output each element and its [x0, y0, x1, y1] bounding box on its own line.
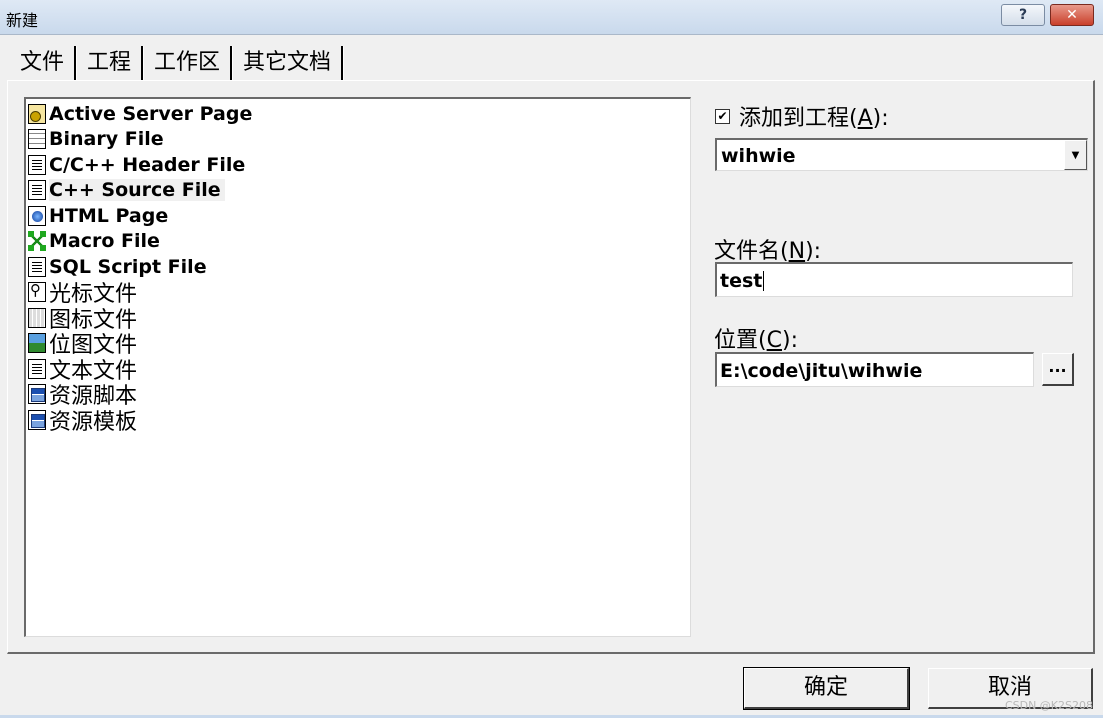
accel-key: C	[766, 328, 782, 353]
tab-divider	[341, 46, 345, 80]
binary-file-icon	[28, 129, 46, 150]
filename-value: test	[720, 270, 765, 292]
file-type-list[interactable]: Active Server Page Binary File C/C++ Hea…	[24, 97, 691, 637]
accel-open: (	[758, 328, 767, 353]
add-to-project-text: 添加到工程	[739, 106, 850, 131]
tab-strip: 文件 工程 工作区 其它文档	[10, 44, 345, 82]
accel-close: ):	[872, 106, 889, 131]
list-item-label: HTML Page	[49, 204, 169, 227]
macro-file-icon	[28, 231, 46, 251]
filename-text: test	[720, 270, 763, 292]
list-item-resource-template[interactable]: 资源模板	[26, 407, 690, 435]
accel-close: ):	[781, 328, 798, 353]
add-to-project-row: ✔ 添加到工程(A):	[715, 100, 889, 132]
resource-script-icon	[28, 384, 46, 405]
list-item-label: Macro File	[49, 230, 160, 253]
tab-file[interactable]: 文件	[10, 46, 75, 80]
ok-button[interactable]: 确定	[743, 667, 910, 710]
watermark: CSDN @K2S208	[1004, 699, 1093, 712]
accel-open: (	[780, 239, 789, 264]
text-file-icon	[28, 358, 46, 379]
location-field[interactable]: E:\code\jitu\wihwie	[715, 352, 1034, 387]
location-value: E:\code\jitu\wihwie	[720, 360, 923, 382]
resource-template-icon	[28, 409, 46, 430]
list-item-label: 资源模板	[49, 409, 138, 435]
chevron-down-icon[interactable]: ▼	[1064, 140, 1087, 170]
list-item-label: C/C++ Header File	[49, 153, 246, 176]
help-button[interactable]: ?	[1001, 4, 1045, 26]
list-item-macro-file[interactable]: Macro File	[26, 229, 690, 255]
title-bar: 新建 ? ✕	[0, 0, 1103, 35]
bitmap-file-icon	[28, 333, 46, 354]
location-label: 位置(C):	[714, 322, 798, 354]
window-title: 新建	[6, 11, 39, 30]
list-item-header-file[interactable]: C/C++ Header File	[26, 152, 690, 178]
list-item-binary-file[interactable]: Binary File	[26, 127, 690, 153]
sql-script-icon	[28, 256, 46, 277]
add-to-project-label: 添加到工程(A):	[739, 100, 889, 132]
icon-file-icon	[28, 307, 46, 328]
list-item-html-page[interactable]: HTML Page	[26, 203, 690, 229]
list-item-label: Binary File	[49, 128, 164, 151]
list-item-label: C++ Source File	[49, 179, 225, 202]
project-combobox[interactable]: wihwie ▼	[715, 138, 1088, 171]
tab-workspace[interactable]: 工作区	[144, 46, 230, 80]
project-combobox-value: wihwie	[721, 145, 796, 167]
accel-open: (	[849, 106, 858, 131]
location-label-text: 位置	[714, 328, 759, 353]
tab-project[interactable]: 工程	[77, 46, 141, 80]
accel-close: ):	[805, 239, 822, 264]
list-item-active-server-page[interactable]: Active Server Page	[26, 101, 690, 127]
list-item-label: SQL Script File	[49, 255, 207, 278]
add-to-project-checkbox[interactable]: ✔	[715, 108, 730, 124]
accel-key: A	[857, 106, 873, 131]
filename-field[interactable]: test	[715, 262, 1073, 297]
html-page-icon	[28, 205, 46, 226]
list-item-label: Active Server Page	[49, 102, 253, 125]
filename-label-text: 文件名	[714, 239, 781, 264]
cursor-file-icon	[28, 281, 46, 303]
close-button[interactable]: ✕	[1050, 4, 1094, 26]
accel-key: N	[788, 239, 806, 264]
filename-label: 文件名(N):	[714, 233, 821, 265]
browse-button[interactable]: ...	[1042, 353, 1074, 386]
asp-page-icon	[28, 103, 46, 124]
source-file-icon	[28, 180, 46, 201]
text-caret	[763, 271, 765, 291]
tab-other-documents[interactable]: 其它文档	[233, 46, 341, 80]
list-item-source-file[interactable]: C++ Source File	[26, 178, 690, 204]
header-file-icon	[28, 154, 46, 175]
